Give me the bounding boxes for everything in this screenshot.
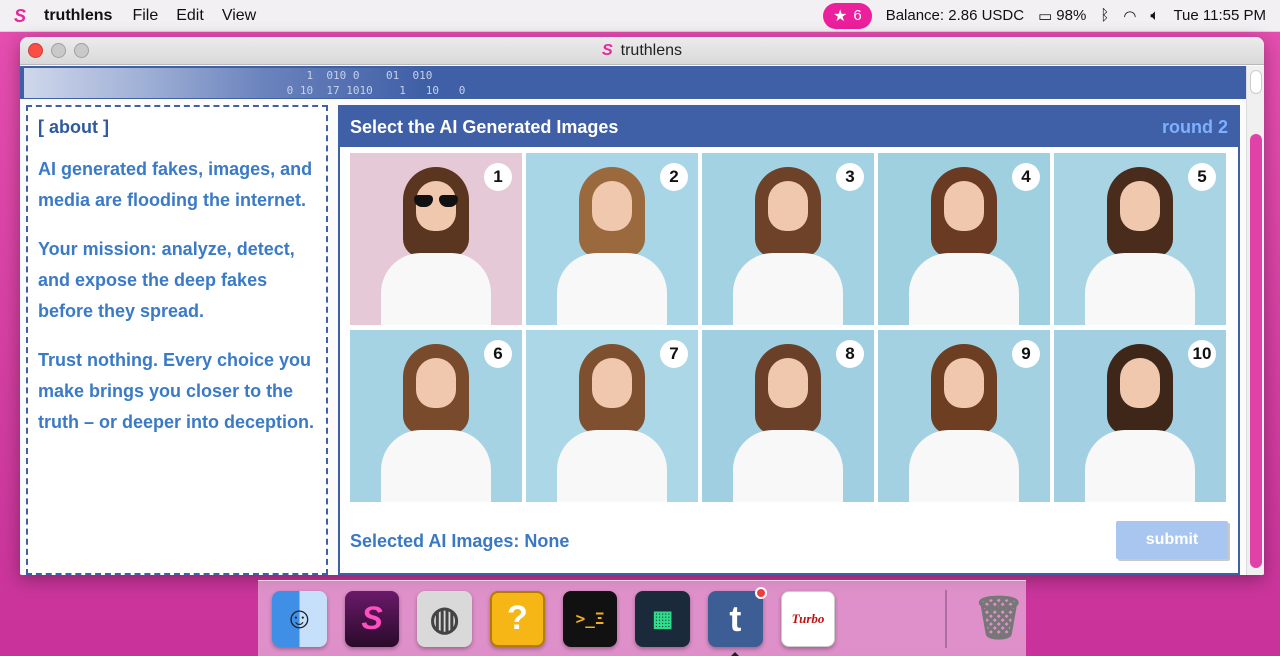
about-panel: [ about ] AI generated fakes, images, an… — [26, 105, 328, 575]
image-tile[interactable]: 8 — [702, 330, 874, 502]
star-count: 6 — [853, 7, 862, 24]
window-titlebar[interactable]: S truthlens — [20, 37, 1264, 65]
tile-number-badge: 9 — [1012, 340, 1040, 368]
portrait-image — [557, 344, 667, 502]
tile-number-badge: 2 — [660, 163, 688, 191]
portrait-image — [1085, 344, 1195, 502]
game-panel: Select the AI Generated Images round 2 1… — [338, 105, 1240, 575]
battery-status[interactable]: ▭ 98% — [1038, 7, 1086, 25]
tile-number-badge: 5 — [1188, 163, 1216, 191]
scrollbar-cap[interactable] — [1250, 70, 1262, 94]
portrait-image — [381, 167, 491, 325]
portrait-image — [909, 167, 1019, 325]
tile-number-badge: 1 — [484, 163, 512, 191]
image-tile[interactable]: 2 — [526, 153, 698, 325]
image-tile[interactable]: 7 — [526, 330, 698, 502]
window-controls — [28, 43, 89, 58]
portrait-image — [733, 167, 843, 325]
tile-number-badge: 8 — [836, 340, 864, 368]
tile-number-badge: 3 — [836, 163, 864, 191]
image-tile[interactable]: 3 — [702, 153, 874, 325]
image-tile[interactable]: 5 — [1054, 153, 1226, 325]
sunglasses-icon — [414, 195, 458, 207]
image-tile[interactable]: 10 — [1054, 330, 1226, 502]
terminal-icon[interactable]: >_Ξ — [562, 590, 618, 647]
about-paragraph: AI generated fakes, images, and media ar… — [38, 159, 313, 210]
wifi-icon[interactable]: ◠ — [1123, 7, 1136, 25]
gpu-card-icon[interactable]: ▦ — [635, 590, 691, 647]
turbo-app-icon[interactable]: Turbo — [780, 590, 836, 647]
truthlens-logo-icon[interactable]: S — [14, 7, 32, 25]
tile-number-badge: 7 — [660, 340, 688, 368]
game-header: Select the AI Generated Images round 2 — [340, 107, 1238, 147]
image-tile[interactable]: 6 — [350, 330, 522, 502]
about-title: [ about ] — [38, 117, 109, 137]
close-button[interactable] — [28, 43, 43, 58]
portrait-image — [557, 167, 667, 325]
dock-separator — [945, 589, 948, 648]
portrait-image — [381, 344, 491, 502]
bluetooth-icon[interactable]: ᛒ — [1100, 7, 1109, 24]
menu-edit[interactable]: Edit — [176, 7, 204, 25]
notification-badge — [754, 586, 767, 599]
dock: ☺ S ◍ ? >_Ξ ▦ t Turbo 🗑︎ — [258, 580, 1026, 656]
portrait-image — [909, 344, 1019, 502]
image-grid: 1 2 3 4 5 6 7 8 9 10 — [350, 153, 1226, 502]
window-title: truthlens — [620, 41, 683, 59]
tile-number-badge: 10 — [1188, 340, 1216, 368]
app-menu[interactable]: truthlens — [44, 7, 112, 25]
portrait-image — [1085, 167, 1195, 325]
portrait-image — [733, 344, 843, 502]
image-tile[interactable]: 9 — [878, 330, 1050, 502]
image-tile[interactable]: 1 — [350, 153, 522, 325]
battery-percent: 98% — [1056, 7, 1087, 24]
truthlens-app-icon[interactable]: S — [344, 590, 400, 647]
volume-icon[interactable]: 🔈︎ — [1150, 7, 1159, 24]
game-title: Select the AI Generated Images — [350, 116, 619, 137]
image-tile[interactable]: 4 — [878, 153, 1050, 325]
title-logo-icon: S — [601, 41, 613, 59]
submit-button[interactable]: submit — [1116, 521, 1228, 559]
minimize-button[interactable] — [51, 43, 66, 58]
scrollbar-thumb[interactable] — [1250, 134, 1262, 568]
about-paragraph: Your mission: analyze, detect, and expos… — [38, 239, 295, 321]
finder-icon[interactable]: ☺ — [272, 590, 327, 647]
browser-globe-icon[interactable]: ◍ — [417, 590, 472, 647]
tumblr-icon[interactable]: t — [708, 586, 767, 656]
round-indicator: round 2 — [1162, 116, 1228, 137]
clock[interactable]: Tue 11:55 PM — [1173, 7, 1266, 24]
tile-number-badge: 4 — [1012, 163, 1040, 191]
header-banner: 1 010 0 01 010 0 10 17 1010 1 10 0 — [20, 66, 1246, 99]
stars-badge[interactable]: ★ 6 — [823, 2, 872, 29]
trash-icon[interactable]: 🗑︎ — [971, 591, 1026, 647]
tile-number-badge: 6 — [484, 340, 512, 368]
star-icon: ★ — [833, 7, 848, 25]
about-paragraph: Trust nothing. Every choice you make bri… — [38, 350, 315, 432]
app-window: S truthlens 1 010 0 01 010 0 10 17 1010 … — [20, 37, 1264, 575]
menu-view[interactable]: View — [222, 7, 256, 25]
battery-icon: ▭ — [1038, 7, 1053, 25]
balance-text: Balance: 2.86 USDC — [885, 7, 1025, 24]
banner-binary: 1 010 0 01 010 0 10 17 1010 1 10 0 — [286, 69, 466, 97]
scrollbar[interactable] — [1246, 66, 1264, 575]
menu-file[interactable]: File — [132, 7, 158, 25]
selected-images-text: Selected AI Images: None — [350, 531, 570, 551]
running-indicator — [730, 651, 741, 656]
zoom-button[interactable] — [74, 43, 89, 58]
menu-bar: S truthlens File Edit View ★ 6 Balance: … — [0, 0, 1280, 32]
question-block-icon[interactable]: ? — [489, 590, 545, 647]
